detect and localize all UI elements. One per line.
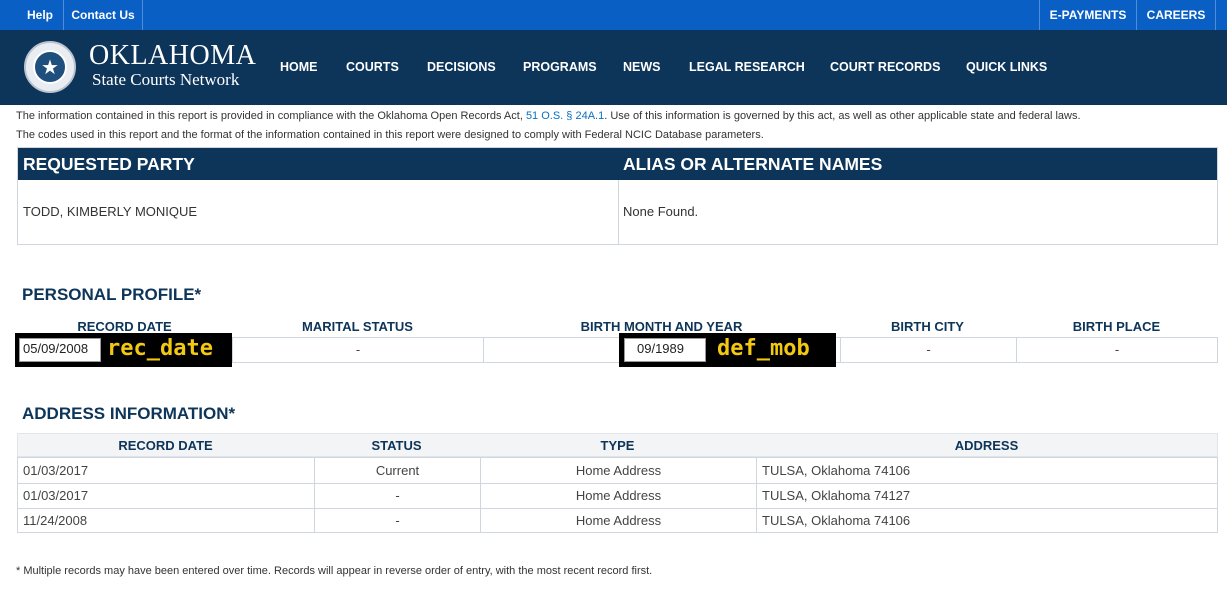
nav-home[interactable]: HOME: [280, 60, 318, 74]
nav-quick-links[interactable]: QUICK LINKS: [966, 60, 1047, 74]
contact-us-link[interactable]: Contact Us: [64, 0, 142, 30]
nav-programs[interactable]: PROGRAMS: [523, 60, 597, 74]
utility-divider: [1215, 0, 1216, 30]
nav-news[interactable]: NEWS: [623, 60, 661, 74]
alias-header: ALIAS OR ALTERNATE NAMES: [618, 148, 1217, 180]
nav-courts[interactable]: COURTS: [346, 60, 399, 74]
address-record-date: 01/03/2017: [23, 488, 89, 503]
address-status: -: [395, 513, 400, 528]
nav-court-records[interactable]: COURT RECORDS: [830, 60, 940, 74]
address-header-type: TYPE: [600, 438, 635, 453]
profile-record-date: 05/09/2008: [19, 338, 101, 362]
address-type: Home Address: [575, 513, 662, 528]
careers-link[interactable]: CAREERS: [1137, 0, 1215, 30]
brand-subtitle[interactable]: State Courts Network: [92, 70, 239, 90]
notice-text: . Use of this information is governed by…: [604, 110, 1081, 122]
utility-divider: [142, 0, 143, 30]
utility-bar: Help Contact Us E-PAYMENTS CAREERS: [0, 0, 1227, 30]
profile-header-birth-place: BIRTH PLACE: [1072, 319, 1161, 334]
address-value: TULSA, Oklahoma 74106: [762, 463, 911, 478]
requested-party-name: TODD, KIMBERLY MONIQUE: [23, 204, 198, 219]
brand-name[interactable]: OKLAHOMA: [89, 40, 256, 72]
ncic-notice: The codes used in this report and the fo…: [16, 129, 764, 141]
footnote: * Multiple records may have been entered…: [16, 565, 653, 577]
column-divider: [483, 338, 484, 362]
alias-value: None Found.: [623, 204, 699, 219]
address-record-date: 01/03/2017: [23, 463, 89, 478]
address-information-title: ADDRESS INFORMATION*: [22, 404, 236, 423]
address-type: Home Address: [575, 463, 662, 478]
open-records-notice: The information contained in this report…: [16, 110, 1081, 122]
statute-link[interactable]: 51 O.S. § 24A.1: [526, 110, 604, 122]
profile-marital-status: -: [355, 342, 361, 357]
notice-text: The information contained in this report…: [16, 110, 526, 122]
birth-tag: def_mob: [717, 336, 810, 361]
star-icon: ★: [41, 55, 59, 79]
table-row: 01/03/2017 - Home Address TULSA, Oklahom…: [18, 483, 1217, 508]
address-header-address: ADDRESS: [954, 438, 1019, 453]
table-row: 01/03/2017 Current Home Address TULSA, O…: [18, 458, 1217, 483]
address-status: -: [395, 488, 400, 503]
record-date-tag: rec_date: [107, 336, 213, 361]
profile-header-birth-month-year: BIRTH MONTH AND YEAR: [580, 319, 743, 334]
address-record-date: 11/24/2008: [23, 513, 88, 528]
address-header-record-date: RECORD DATE: [118, 438, 213, 453]
profile-birth-place: -: [1114, 342, 1120, 357]
address-type: Home Address: [575, 488, 662, 503]
address-header-status: STATUS: [371, 438, 422, 453]
table-row: 11/24/2008 - Home Address TULSA, Oklahom…: [18, 508, 1217, 533]
personal-profile-title: PERSONAL PROFILE*: [22, 285, 202, 304]
e-payments-link[interactable]: E-PAYMENTS: [1040, 0, 1136, 30]
profile-birth-month-year: 09/1989: [624, 338, 706, 362]
state-seal-icon[interactable]: ★: [24, 41, 76, 93]
birth-annotation: 09/1989 def_mob: [619, 333, 836, 367]
seal-center: ★: [33, 50, 67, 84]
main-nav: ★ OKLAHOMA State Courts Network HOME COU…: [0, 30, 1227, 105]
nav-decisions[interactable]: DECISIONS: [427, 60, 496, 74]
requested-party-header: REQUESTED PARTY: [18, 148, 618, 180]
profile-birth-city: -: [926, 342, 931, 357]
record-date-annotation: 05/09/2008 rec_date: [15, 333, 232, 367]
party-table: REQUESTED PARTY ALIAS OR ALTERNATE NAMES…: [17, 147, 1218, 245]
profile-header-birth-city: BIRTH CITY: [891, 319, 964, 334]
address-header-row: RECORD DATE STATUS TYPE ADDRESS: [17, 433, 1218, 457]
address-value: TULSA, Oklahoma 74127: [762, 488, 911, 503]
nav-legal-research[interactable]: LEGAL RESEARCH: [689, 60, 805, 74]
address-table: 01/03/2017 Current Home Address TULSA, O…: [17, 457, 1218, 533]
profile-header-marital-status: MARITAL STATUS: [302, 319, 413, 334]
address-value: TULSA, Oklahoma 74106: [762, 513, 911, 528]
profile-header-record-date: RECORD DATE: [77, 319, 172, 334]
address-status: Current: [375, 463, 420, 478]
help-link[interactable]: Help: [17, 0, 63, 30]
